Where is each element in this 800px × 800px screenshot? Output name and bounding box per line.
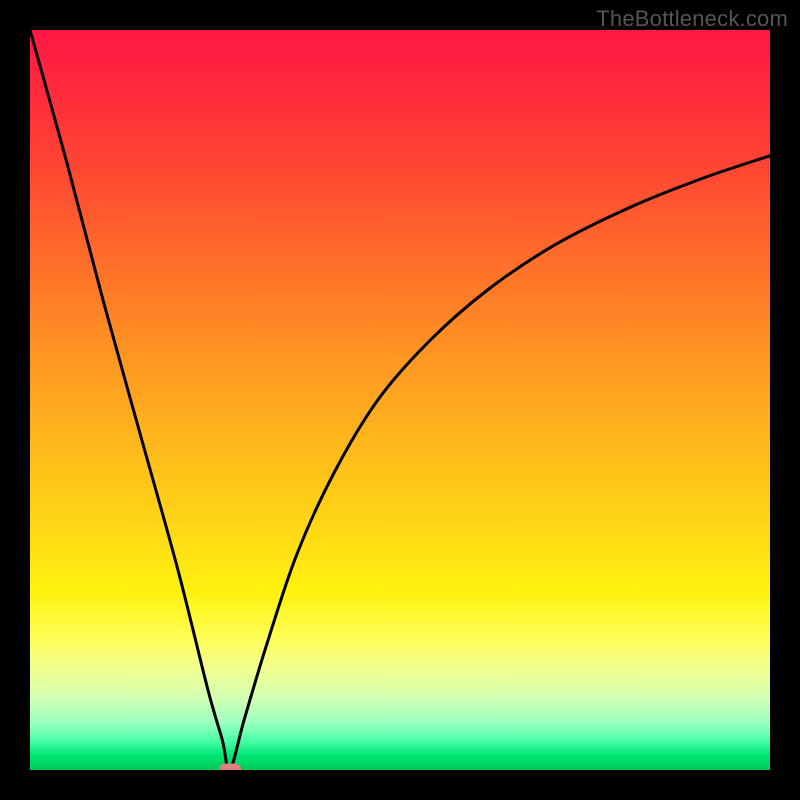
bottleneck-curve — [30, 30, 770, 770]
plot-area — [30, 30, 770, 770]
optimal-point-marker — [219, 764, 241, 771]
watermark-text: TheBottleneck.com — [596, 6, 788, 32]
chart-frame: TheBottleneck.com — [0, 0, 800, 800]
